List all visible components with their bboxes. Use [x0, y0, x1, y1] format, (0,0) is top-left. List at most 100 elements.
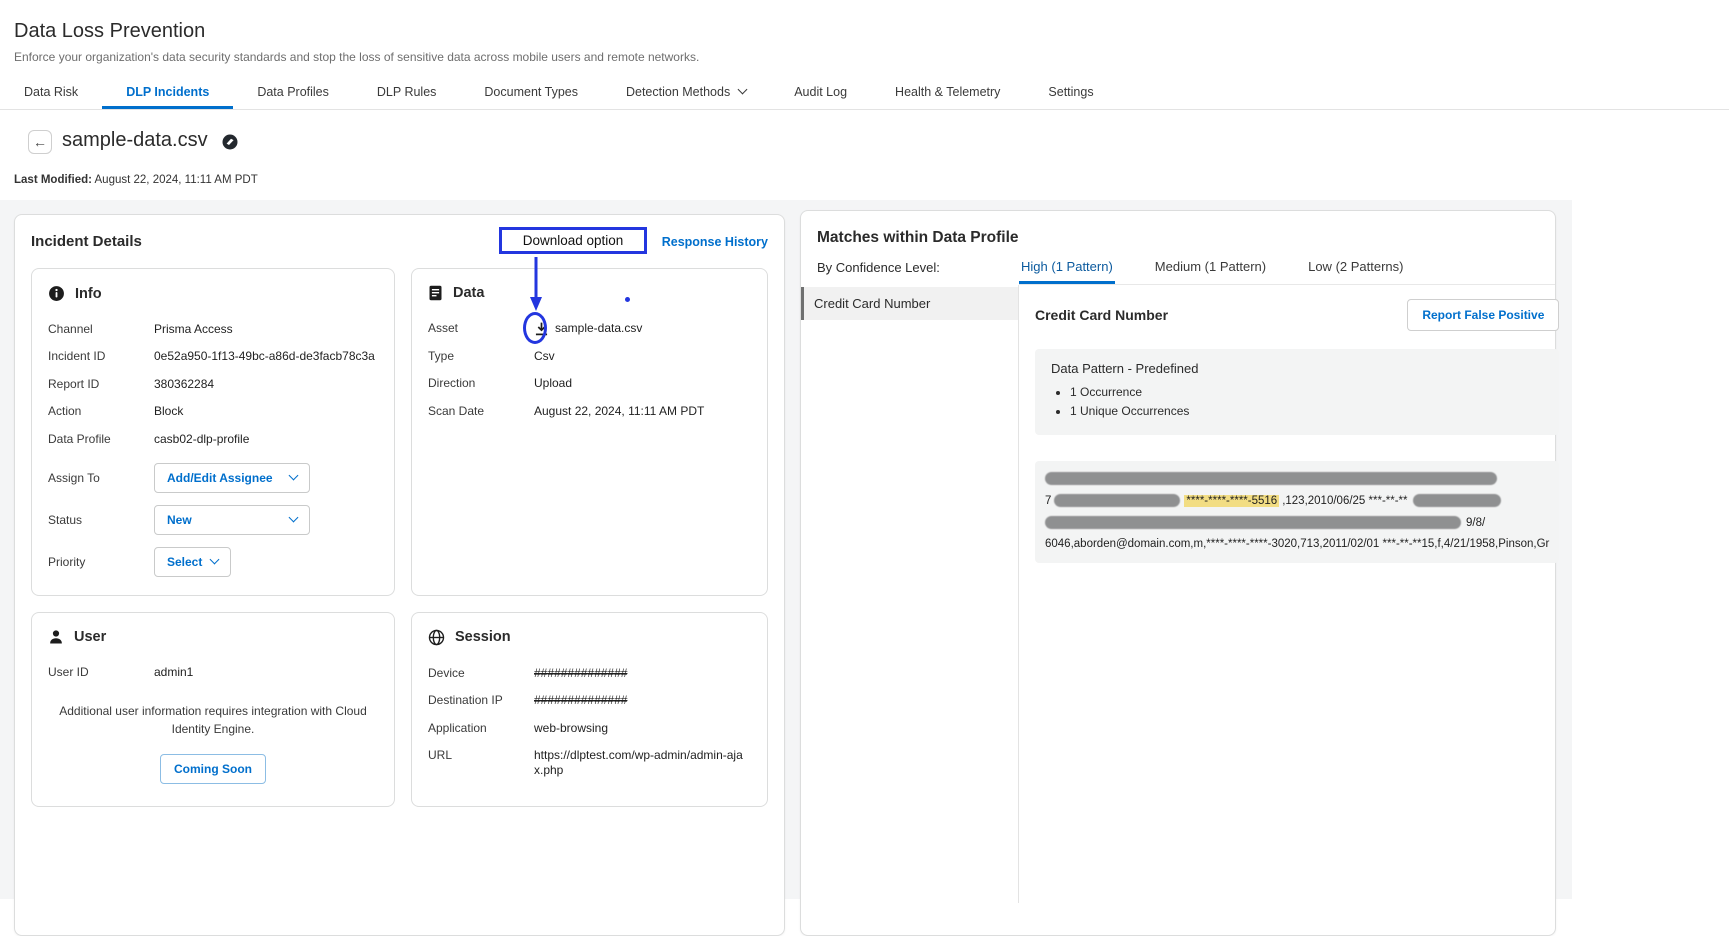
field-value: Block: [154, 404, 183, 418]
field-label: Data Profile: [48, 432, 154, 446]
matches-title: Matches within Data Profile: [801, 211, 1555, 247]
tab-detection-methods[interactable]: Detection Methods: [602, 74, 770, 109]
field-row: Data Profilecasb02-dlp-profile: [48, 432, 378, 446]
session-card: Session Device############## Destination…: [411, 612, 768, 807]
field-label: User ID: [48, 665, 154, 679]
coming-soon-button[interactable]: Coming Soon: [160, 754, 266, 784]
user-card-title: User: [74, 629, 106, 645]
field-row: ChannelPrisma Access: [48, 322, 378, 336]
assign-to-value: Add/Edit Assignee: [167, 471, 273, 485]
highlighted-match: ****-****-****-5516: [1184, 495, 1279, 507]
field-value: August 22, 2024, 11:11 AM PDT: [534, 404, 704, 418]
field-value: https://dlptest.com/wp-admin/admin-ajax.…: [534, 748, 751, 777]
field-value: Upload: [534, 376, 572, 390]
snippet-row: [1045, 472, 1549, 485]
confidence-tab-medium[interactable]: Medium (1 Pattern): [1153, 259, 1268, 284]
confidence-tabs: High (1 Pattern) Medium (1 Pattern) Low …: [1019, 259, 1555, 285]
user-integration-note: Additional user information requires int…: [48, 703, 378, 738]
tab-data-profiles[interactable]: Data Profiles: [233, 74, 353, 109]
status-label: Status: [48, 513, 154, 527]
snippet-text: 9/8/: [1466, 517, 1485, 529]
field-row: Report ID380362284: [48, 377, 378, 391]
assign-to-dropdown[interactable]: Add/Edit Assignee: [154, 463, 310, 493]
snippet-text: 6046,aborden@domain.com,m,****-****-****…: [1045, 538, 1549, 550]
field-label: Device: [428, 666, 534, 680]
field-row: Scan DateAugust 22, 2024, 11:11 AM PDT: [428, 404, 751, 418]
report-false-positive-button[interactable]: Report False Positive: [1407, 299, 1559, 331]
field-value: Csv: [534, 349, 555, 363]
tab-data-risk[interactable]: Data Risk: [0, 74, 102, 109]
status-dropdown[interactable]: New: [154, 505, 310, 535]
priority-label: Priority: [48, 555, 154, 569]
tab-health-telemetry[interactable]: Health & Telemetry: [871, 74, 1024, 109]
field-row: TypeCsv: [428, 349, 751, 363]
chevron-down-icon: [738, 85, 748, 95]
priority-row: Priority Select: [48, 547, 378, 577]
page-title: Data Loss Prevention: [14, 20, 205, 43]
priority-dropdown[interactable]: Select: [154, 547, 231, 577]
matches-panel: Matches within Data Profile By Confidenc…: [800, 210, 1556, 936]
confidence-tab-high[interactable]: High (1 Pattern): [1019, 259, 1115, 284]
confidence-tab-low[interactable]: Low (2 Patterns): [1306, 259, 1405, 284]
confidence-tab-count: (2 Patterns): [1336, 259, 1404, 274]
field-label: Channel: [48, 322, 154, 336]
globe-icon: [428, 629, 445, 646]
occurrence-count: 1 Occurrence: [1070, 385, 1543, 399]
field-label: Direction: [428, 376, 534, 390]
redacted-bar: [1045, 472, 1497, 485]
tab-dlp-incidents[interactable]: DLP Incidents: [102, 74, 233, 109]
pattern-item-credit-card-number[interactable]: Credit Card Number: [801, 287, 1018, 320]
snippet-lead: 7: [1045, 495, 1051, 507]
back-arrow-icon: ←: [33, 134, 47, 150]
redacted-bar: [1413, 494, 1501, 507]
response-history-link[interactable]: Response History: [662, 235, 768, 249]
match-snippet-box: 7 ****-****-****-5516 ,123,2010/06/25 **…: [1035, 461, 1559, 563]
field-label: Asset: [428, 321, 534, 336]
pattern-detail-title: Credit Card Number: [1035, 307, 1168, 323]
chevron-down-icon: [289, 471, 299, 481]
field-label: Scan Date: [428, 404, 534, 418]
status-value: New: [167, 513, 192, 527]
confidence-tab-label: Medium: [1155, 259, 1201, 274]
field-value: admin1: [154, 665, 193, 679]
data-icon: [428, 285, 443, 301]
session-card-title: Session: [455, 629, 511, 645]
last-modified-value: August 22, 2024, 11:11 AM PDT: [95, 174, 258, 186]
field-row: DirectionUpload: [428, 376, 751, 390]
field-row: Incident ID0e52a950-1f13-49bc-a86d-de3fa…: [48, 349, 378, 363]
tab-document-types[interactable]: Document Types: [460, 74, 602, 109]
user-card: User User IDadmin1 Additional user infor…: [31, 612, 395, 807]
pattern-type: Data Pattern - Predefined: [1051, 361, 1543, 376]
field-row: URLhttps://dlptest.com/wp-admin/admin-aj…: [428, 748, 751, 777]
redacted-value: ##############: [534, 666, 627, 680]
chevron-down-icon: [289, 513, 299, 523]
confidence-tab-label: High: [1021, 259, 1048, 274]
download-asset-icon[interactable]: [534, 321, 549, 336]
field-row: Applicationweb-browsing: [428, 721, 751, 735]
user-id-row: User IDadmin1: [48, 665, 378, 679]
field-row: ActionBlock: [48, 404, 378, 418]
field-label: Incident ID: [48, 349, 154, 363]
confidence-tab-count: (1 Pattern): [1051, 259, 1112, 274]
info-card-title: Info: [75, 286, 102, 302]
asset-value: sample-data.csv: [555, 321, 642, 335]
tab-settings[interactable]: Settings: [1024, 74, 1117, 109]
field-row: Destination IP##############: [428, 693, 751, 707]
incident-details-title: Incident Details: [31, 233, 142, 250]
tab-dlp-rules[interactable]: DLP Rules: [353, 74, 461, 109]
field-label: Destination IP: [428, 693, 534, 707]
field-label: Application: [428, 721, 534, 735]
snippet-row: 7 ****-****-****-5516 ,123,2010/06/25 **…: [1045, 494, 1549, 507]
snippet-row: 9/8/: [1045, 516, 1549, 529]
back-button[interactable]: ←: [28, 130, 52, 154]
snippet-text: ,123,2010/06/25 ***-**-**: [1282, 495, 1407, 507]
redacted-value: ##############: [534, 693, 627, 707]
confidence-tab-label: Low: [1308, 259, 1332, 274]
file-name: sample-data.csv: [62, 129, 208, 152]
assign-to-row: Assign To Add/Edit Assignee: [48, 463, 378, 493]
tab-audit-log[interactable]: Audit Log: [770, 74, 871, 109]
top-header: Data Loss Prevention Enforce your organi…: [0, 0, 1729, 110]
page-subtitle: Enforce your organization's data securit…: [14, 50, 699, 64]
status-row: Status New: [48, 505, 378, 535]
last-modified-label: Last Modified:: [14, 174, 92, 186]
